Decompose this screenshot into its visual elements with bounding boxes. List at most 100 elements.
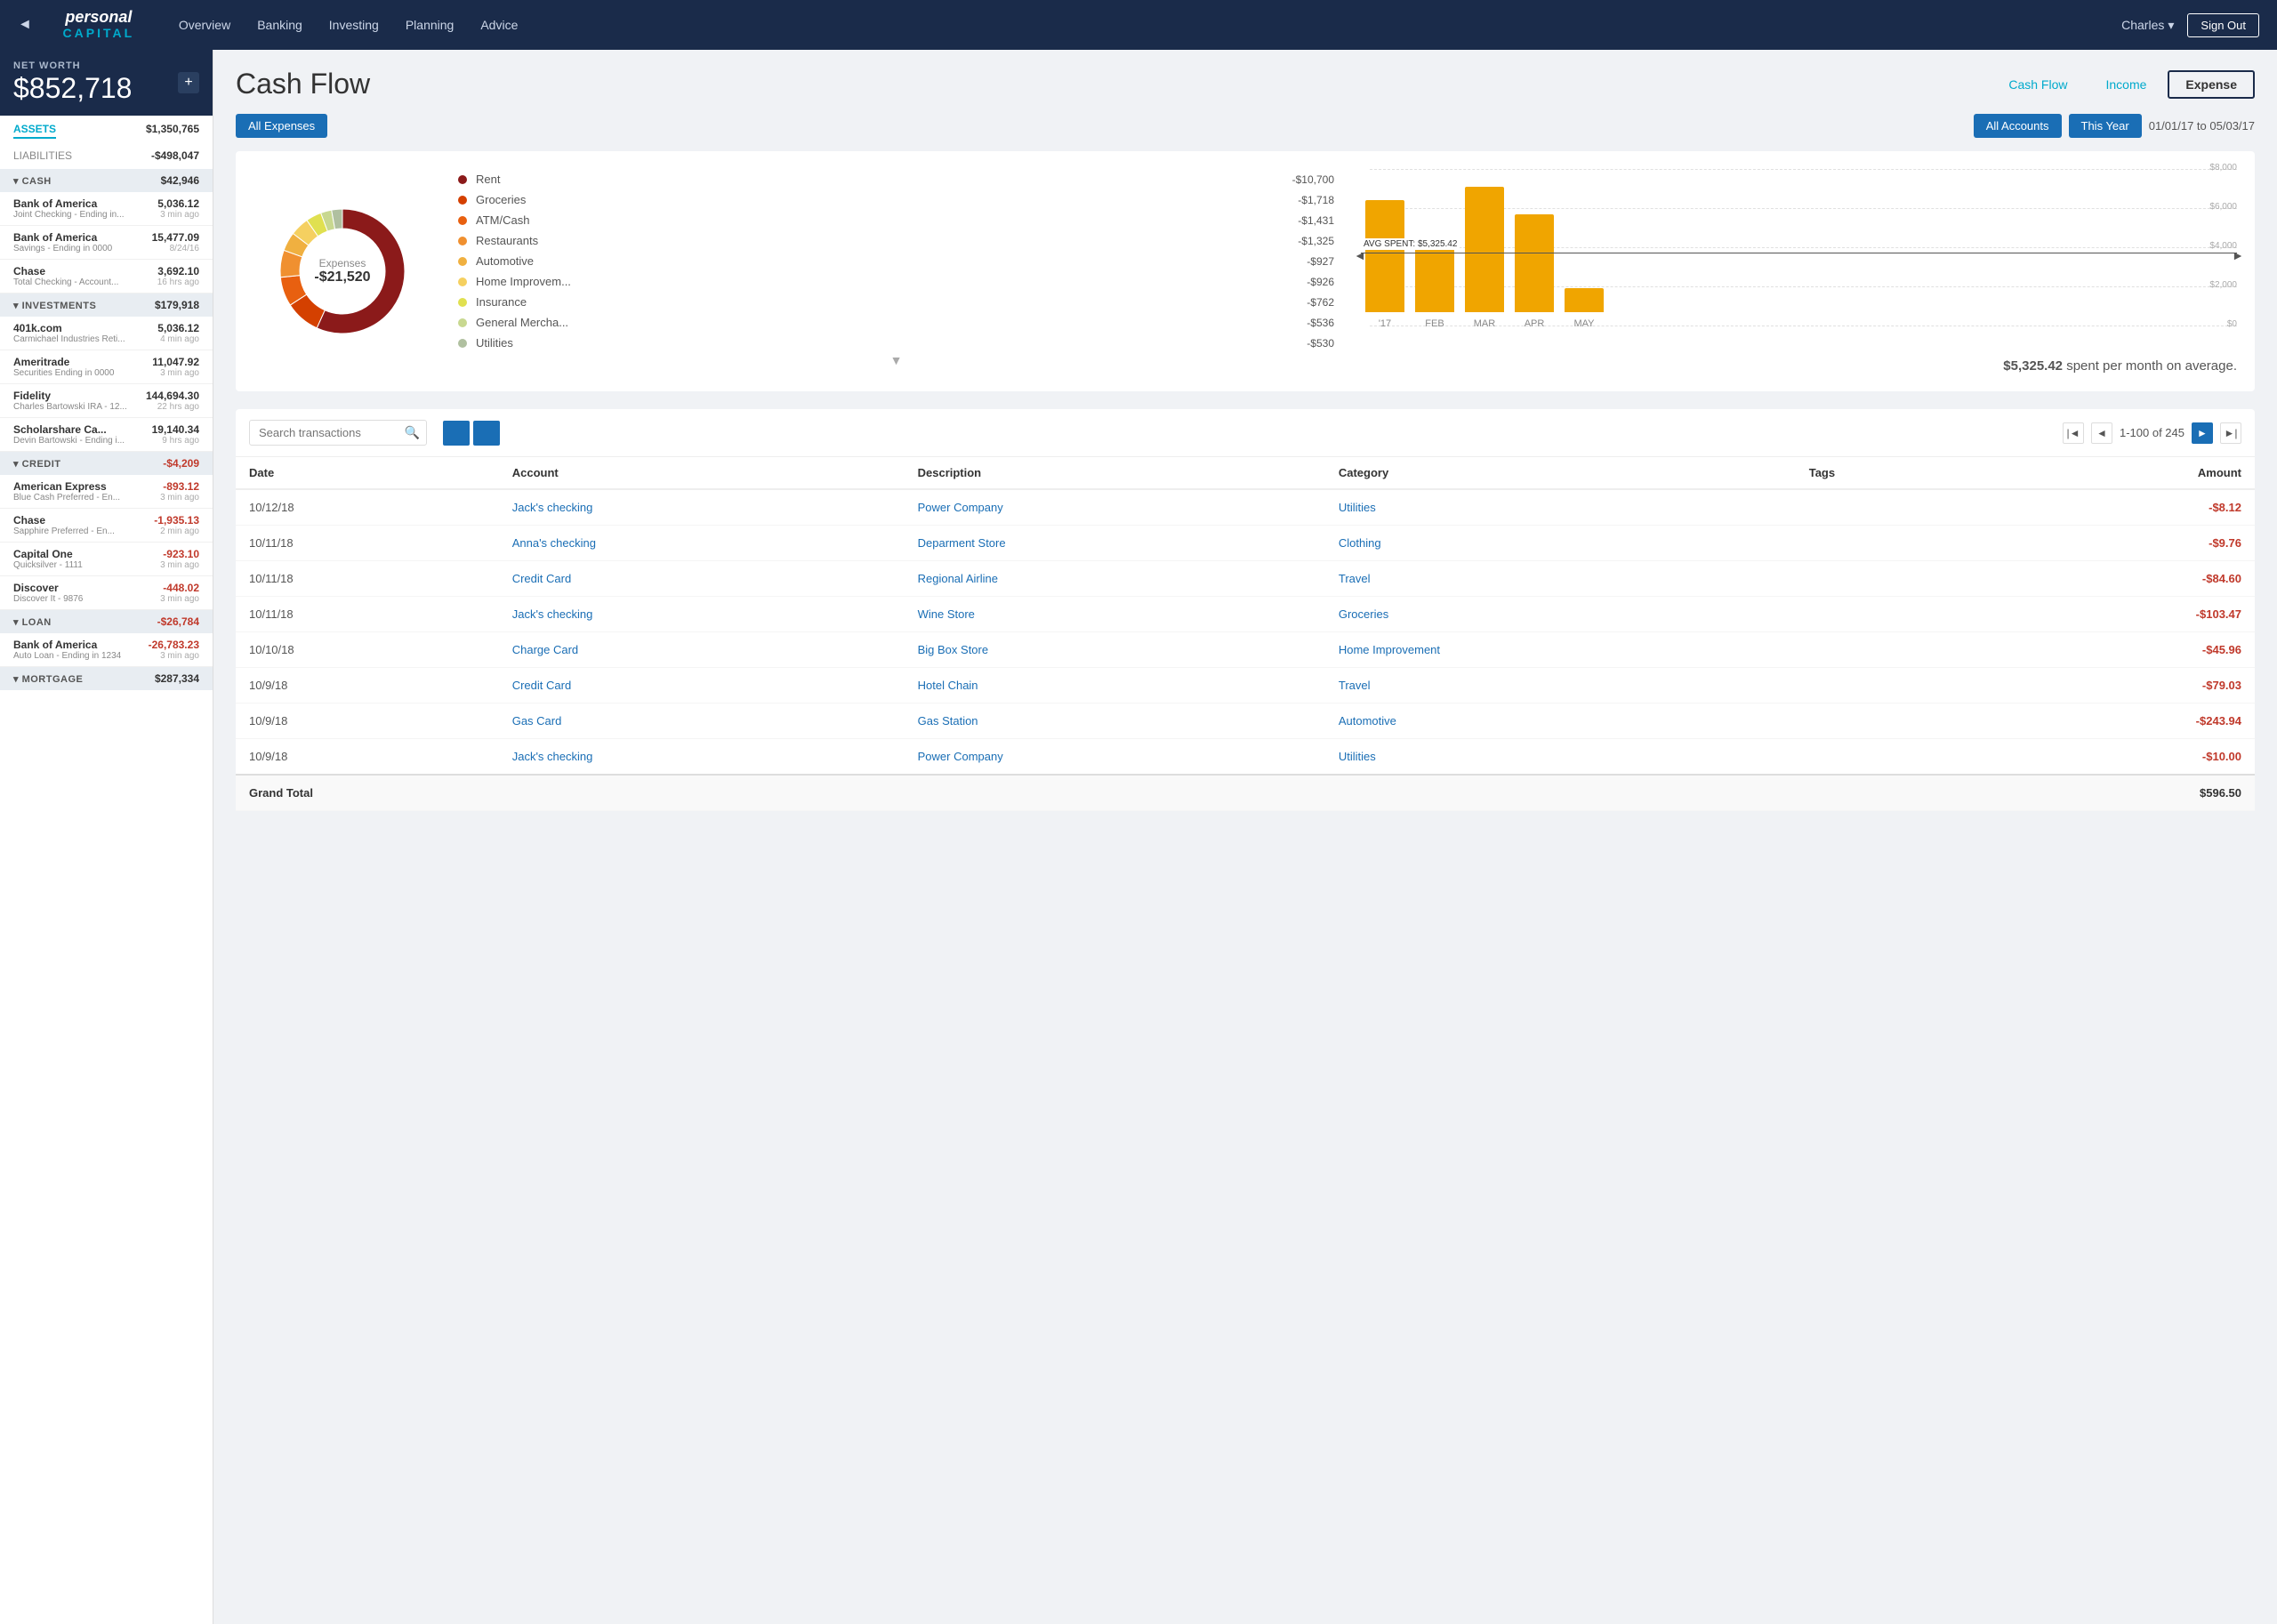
- bar-label: MAR: [1474, 318, 1495, 329]
- collapse-btn[interactable]: ◄: [18, 17, 32, 33]
- tx-date: 10/9/18: [236, 703, 499, 739]
- tx-account[interactable]: Anna's checking: [499, 526, 905, 561]
- nav-planning[interactable]: Planning: [406, 14, 455, 36]
- nav-overview[interactable]: Overview: [179, 14, 230, 36]
- account-time: 16 hrs ago: [157, 277, 199, 287]
- tab-cashflow[interactable]: Cash Flow: [1991, 70, 2084, 99]
- tx-description[interactable]: Hotel Chain: [905, 668, 1325, 703]
- table-row[interactable]: 10/9/18 Gas Card Gas Station Automotive …: [236, 703, 2255, 739]
- account-item[interactable]: Bank of America Auto Loan - Ending in 12…: [0, 633, 213, 667]
- search-input[interactable]: [249, 420, 427, 446]
- list-view-button[interactable]: [443, 421, 470, 446]
- account-item[interactable]: Bank of America Joint Checking - Ending …: [0, 192, 213, 226]
- tx-category[interactable]: Utilities: [1325, 489, 1796, 526]
- table-row[interactable]: 10/10/18 Charge Card Big Box Store Home …: [236, 632, 2255, 668]
- date-range: 01/01/17 to 05/03/17: [2149, 119, 2255, 133]
- table-row[interactable]: 10/11/18 Jack's checking Wine Store Groc…: [236, 597, 2255, 632]
- account-item[interactable]: Discover Discover It - 9876 -448.02 3 mi…: [0, 576, 213, 610]
- account-item[interactable]: Bank of America Savings - Ending in 0000…: [0, 226, 213, 260]
- tx-category[interactable]: Automotive: [1325, 703, 1796, 739]
- table-row[interactable]: 10/9/18 Jack's checking Power Company Ut…: [236, 739, 2255, 776]
- tab-expense[interactable]: Expense: [2168, 70, 2255, 99]
- tx-description[interactable]: Deparment Store: [905, 526, 1325, 561]
- tx-description[interactable]: Gas Station: [905, 703, 1325, 739]
- account-time: 22 hrs ago: [146, 402, 199, 412]
- account-item[interactable]: American Express Blue Cash Preferred - E…: [0, 475, 213, 509]
- nav-links: Overview Banking Investing Planning Advi…: [179, 14, 2121, 36]
- tx-account[interactable]: Jack's checking: [499, 597, 905, 632]
- all-expenses-button[interactable]: All Expenses: [236, 114, 327, 138]
- tx-description[interactable]: Power Company: [905, 739, 1325, 776]
- tx-account[interactable]: Charge Card: [499, 632, 905, 668]
- grid-view-button[interactable]: [473, 421, 500, 446]
- col-category: Category: [1325, 457, 1796, 489]
- add-account-button[interactable]: +: [178, 72, 199, 93]
- nav-advice[interactable]: Advice: [480, 14, 518, 36]
- legend-item: Rent -$10,700: [458, 169, 1334, 189]
- account-name: 401k.com: [13, 322, 125, 334]
- account-sub: Blue Cash Preferred - En...: [13, 493, 120, 502]
- legend-dot: [458, 298, 467, 307]
- nav-user[interactable]: Charles ▾: [2121, 18, 2174, 33]
- account-item[interactable]: Chase Sapphire Preferred - En... -1,935.…: [0, 509, 213, 543]
- account-item[interactable]: Ameritrade Securities Ending in 0000 11,…: [0, 350, 213, 384]
- account-name: Bank of America: [13, 197, 125, 210]
- table-row[interactable]: 10/11/18 Credit Card Regional Airline Tr…: [236, 561, 2255, 597]
- tx-amount: -$243.94: [1990, 703, 2255, 739]
- bar-group: MAR: [1465, 187, 1504, 329]
- tx-account[interactable]: Gas Card: [499, 703, 905, 739]
- tx-account[interactable]: Credit Card: [499, 561, 905, 597]
- nav-investing[interactable]: Investing: [329, 14, 379, 36]
- legend-down-button[interactable]: ▼: [890, 353, 903, 367]
- section-cash[interactable]: ▾ CASH $42,946: [0, 169, 213, 192]
- header-tabs: Cash Flow Income Expense: [1991, 70, 2255, 99]
- account-item[interactable]: Fidelity Charles Bartowski IRA - 12... 1…: [0, 384, 213, 418]
- signout-button[interactable]: Sign Out: [2187, 13, 2259, 37]
- next-page-button[interactable]: ►: [2192, 422, 2213, 444]
- tx-amount: -$9.76: [1990, 526, 2255, 561]
- account-name: Bank of America: [13, 639, 121, 651]
- first-page-button[interactable]: |◄: [2063, 422, 2084, 444]
- nav-right: Charles ▾ Sign Out: [2121, 13, 2259, 37]
- tx-category[interactable]: Groceries: [1325, 597, 1796, 632]
- sidebar-header: NET WORTH $852,718 +: [0, 50, 213, 116]
- tx-account[interactable]: Jack's checking: [499, 489, 905, 526]
- tx-category[interactable]: Utilities: [1325, 739, 1796, 776]
- table-row[interactable]: 10/11/18 Anna's checking Deparment Store…: [236, 526, 2255, 561]
- section-credit[interactable]: ▾ CREDIT -$4,209: [0, 452, 213, 475]
- all-accounts-button[interactable]: All Accounts: [1974, 114, 2062, 138]
- tx-category[interactable]: Travel: [1325, 561, 1796, 597]
- tx-category[interactable]: Clothing: [1325, 526, 1796, 561]
- tx-category[interactable]: Home Improvement: [1325, 632, 1796, 668]
- section-loan[interactable]: ▾ LOAN -$26,784: [0, 610, 213, 633]
- tx-category[interactable]: Travel: [1325, 668, 1796, 703]
- tx-description[interactable]: Big Box Store: [905, 632, 1325, 668]
- page-info: 1-100 of 245: [2120, 426, 2184, 439]
- tab-income[interactable]: Income: [2088, 70, 2163, 99]
- tx-tags: [1796, 632, 1990, 668]
- tx-description[interactable]: Wine Store: [905, 597, 1325, 632]
- nav-banking[interactable]: Banking: [257, 14, 302, 36]
- section-investments[interactable]: ▾ INVESTMENTS $179,918: [0, 293, 213, 317]
- tx-account[interactable]: Jack's checking: [499, 739, 905, 776]
- tx-description[interactable]: Regional Airline: [905, 561, 1325, 597]
- tx-tags: [1796, 703, 1990, 739]
- nav-user-chevron: ▾: [2168, 18, 2174, 33]
- account-item[interactable]: 401k.com Carmichael Industries Reti... 5…: [0, 317, 213, 350]
- tx-description[interactable]: Power Company: [905, 489, 1325, 526]
- legend-dot: [458, 318, 467, 327]
- legend-label: Home Improvem...: [476, 275, 1298, 288]
- section-mortgage[interactable]: ▾ MORTGAGE $287,334: [0, 667, 213, 690]
- col-description: Description: [905, 457, 1325, 489]
- account-item[interactable]: Scholarshare Ca... Devin Bartowski - End…: [0, 418, 213, 452]
- tx-account[interactable]: Credit Card: [499, 668, 905, 703]
- section-title: ▾ CASH: [13, 175, 52, 187]
- prev-page-button[interactable]: ◄: [2091, 422, 2112, 444]
- account-item[interactable]: Capital One Quicksilver - 1111 -923.10 3…: [0, 543, 213, 576]
- last-page-button[interactable]: ►|: [2220, 422, 2241, 444]
- this-year-button[interactable]: This Year: [2069, 114, 2142, 138]
- table-row[interactable]: 10/12/18 Jack's checking Power Company U…: [236, 489, 2255, 526]
- table-row[interactable]: 10/9/18 Credit Card Hotel Chain Travel -…: [236, 668, 2255, 703]
- col-tags: Tags: [1796, 457, 1990, 489]
- account-item[interactable]: Chase Total Checking - Account... 3,692.…: [0, 260, 213, 293]
